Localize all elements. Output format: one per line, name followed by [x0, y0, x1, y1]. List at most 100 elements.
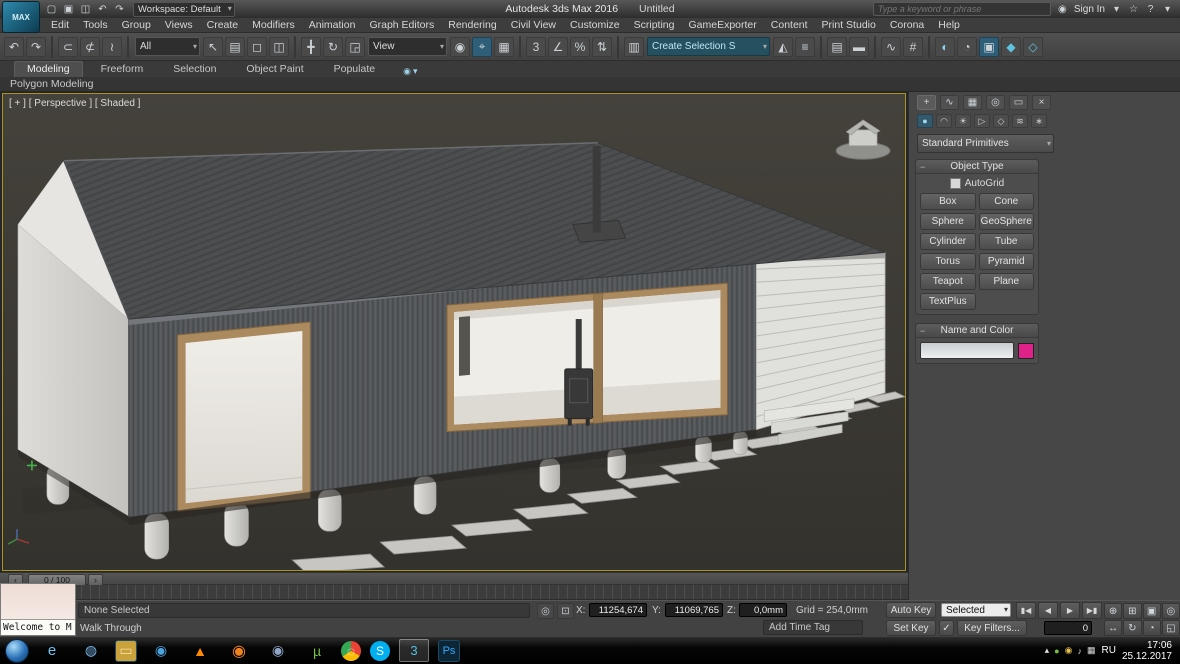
pan-icon[interactable]: ↔ — [1104, 620, 1122, 636]
key-mode-dropdown[interactable]: Selected — [941, 603, 1011, 617]
infocenter-menu-icon[interactable]: ▾ — [1161, 3, 1174, 16]
bind-to-space-warp-icon[interactable]: ≀ — [102, 37, 122, 57]
ribbon-toggle-icon[interactable]: ▬ — [849, 37, 869, 57]
open-file-icon[interactable]: ▣ — [61, 2, 76, 16]
select-and-move-icon[interactable]: ╋ — [301, 37, 321, 57]
render-iterative-icon[interactable]: ◇ — [1023, 37, 1043, 57]
undo-icon[interactable]: ↶ — [4, 37, 24, 57]
antivirus-tray-icon[interactable]: ● — [1054, 645, 1059, 656]
tube-button[interactable]: Tube — [979, 233, 1035, 250]
chrome-icon[interactable]: ◌ — [341, 641, 361, 661]
pyramid-button[interactable]: Pyramid — [979, 253, 1035, 270]
use-pivot-center-icon[interactable]: ◉ — [450, 37, 470, 57]
tab-freeform[interactable]: Freeform — [89, 62, 156, 77]
create-tab-icon[interactable]: + — [917, 95, 936, 110]
tab-populate[interactable]: Populate — [322, 62, 387, 77]
signin-dropdown-icon[interactable]: ▾ — [1110, 3, 1123, 16]
volume-tray-icon[interactable]: ♪ — [1077, 645, 1082, 656]
menu-item[interactable]: Print Studio — [815, 18, 883, 33]
menu-item[interactable]: Tools — [76, 18, 115, 33]
shapes-icon[interactable]: ◠ — [936, 114, 952, 128]
torus-button[interactable]: Torus — [920, 253, 976, 270]
display-tab-icon[interactable]: ▭ — [1009, 95, 1028, 110]
edit-named-selections-icon[interactable]: ▥ — [624, 37, 644, 57]
selection-region-icon[interactable]: ◻ — [247, 37, 267, 57]
time-slider[interactable]: ‹ 0 / 100 › — [0, 572, 908, 585]
keyboard-override-icon[interactable]: ▦ — [494, 37, 514, 57]
maximize-viewport-icon[interactable]: ◱ — [1162, 620, 1180, 636]
menu-item[interactable]: Create — [200, 18, 246, 33]
geosphere-button[interactable]: GeoSphere — [979, 213, 1035, 230]
track-bar[interactable] — [0, 585, 908, 600]
object-color-swatch[interactable] — [1018, 343, 1034, 359]
steam-icon[interactable]: ◉ — [263, 639, 293, 662]
network-tray-icon[interactable]: ▦ — [1087, 645, 1096, 656]
render-setup-icon[interactable]: ◔ — [957, 37, 977, 57]
fov-icon[interactable]: ◔ — [1143, 620, 1161, 636]
menu-item[interactable]: Group — [115, 18, 158, 33]
lights-icon[interactable]: ☀ — [955, 114, 971, 128]
select-object-icon[interactable]: ↖ — [203, 37, 223, 57]
utorrent-icon[interactable]: µ — [302, 639, 332, 662]
cylinder-button[interactable]: Cylinder — [920, 233, 976, 250]
viewport-3d-scene[interactable] — [3, 94, 905, 570]
prev-frame-icon[interactable]: ◀ — [1038, 602, 1058, 619]
menu-item[interactable]: Views — [158, 18, 200, 33]
new-scene-icon[interactable]: ▢ — [44, 2, 59, 16]
select-and-manipulate-icon[interactable]: ⌖ — [472, 37, 492, 57]
application-menu-button[interactable]: MAX — [2, 1, 40, 33]
update-tray-icon[interactable]: ◉ — [1065, 645, 1073, 656]
ribbon-config[interactable]: ◉ ▾ — [403, 66, 417, 77]
y-coordinate-field[interactable]: 11069,765 — [665, 603, 723, 617]
max-icon[interactable]: 3 — [399, 639, 429, 662]
isolate-selection-icon[interactable]: ◎ — [537, 603, 554, 619]
hierarchy-tab-icon[interactable]: ▦ — [963, 95, 982, 110]
utilities-tab-icon[interactable]: × — [1032, 95, 1051, 110]
zoom-icon[interactable]: ⊕ — [1104, 603, 1122, 619]
window-crossing-icon[interactable]: ◫ — [269, 37, 289, 57]
firefox-icon[interactable]: ◉ — [224, 639, 254, 662]
photoshop-icon[interactable]: Ps — [438, 640, 460, 662]
redo-quick-icon[interactable]: ↷ — [112, 2, 127, 16]
textplus-button[interactable]: TextPlus — [920, 293, 976, 310]
select-and-link-icon[interactable]: ⊂ — [58, 37, 78, 57]
media-player-icon[interactable]: ◉ — [146, 639, 176, 662]
plane-button[interactable]: Plane — [979, 273, 1035, 290]
media-app-icon[interactable]: ◍ — [76, 639, 106, 662]
favorites-star-icon[interactable]: ☆ — [1127, 3, 1140, 16]
chevron-down-icon[interactable]: ▾ — [413, 66, 418, 77]
ribbon-config-icon[interactable]: ◉ — [403, 66, 411, 77]
menu-item[interactable]: Civil View — [504, 18, 563, 33]
orbit-icon[interactable]: ↻ — [1123, 620, 1141, 636]
selection-lock-icon[interactable]: ⊡ — [557, 603, 574, 619]
schematic-view-icon[interactable]: # — [903, 37, 923, 57]
play-icon[interactable]: ▶ — [1060, 602, 1080, 619]
reference-coordinate-dropdown[interactable]: View — [368, 37, 447, 56]
user-icon[interactable]: ◉ — [1056, 3, 1069, 16]
language-indicator[interactable]: RU — [1101, 645, 1115, 656]
angle-snap-icon[interactable]: ∠ — [548, 37, 568, 57]
spinner-snap-icon[interactable]: ⇅ — [592, 37, 612, 57]
sphere-button[interactable]: Sphere — [920, 213, 976, 230]
rendered-frame-icon[interactable]: ▣ — [979, 37, 999, 57]
help-icon[interactable]: ? — [1144, 3, 1157, 16]
taskbar-clock[interactable]: 17:06 25.12.2017 — [1122, 640, 1172, 662]
cameras-icon[interactable]: ▷ — [974, 114, 990, 128]
object-type-rollout-header[interactable]: Object Type — [916, 160, 1038, 174]
menu-item[interactable]: Customize — [563, 18, 627, 33]
menu-item[interactable]: Graph Editors — [362, 18, 441, 33]
z-coordinate-field[interactable]: 0,0mm — [739, 603, 787, 617]
add-time-tag[interactable]: Add Time Tag — [763, 620, 863, 635]
zoom-all-icon[interactable]: ⊞ — [1123, 603, 1141, 619]
current-frame-field[interactable]: 0 — [1044, 621, 1092, 635]
select-and-scale-icon[interactable]: ◲ — [345, 37, 365, 57]
menu-item[interactable]: Corona — [883, 18, 931, 33]
zoom-extents-icon[interactable]: ▣ — [1143, 603, 1161, 619]
menu-item[interactable]: Help — [931, 18, 967, 33]
align-icon[interactable]: ≡ — [795, 37, 815, 57]
auto-key-button[interactable]: Auto Key — [886, 602, 936, 618]
undo-quick-icon[interactable]: ↶ — [95, 2, 110, 16]
space-warps-icon[interactable]: ≋ — [1012, 114, 1028, 128]
object-name-field[interactable] — [920, 342, 1014, 359]
menu-item[interactable]: Animation — [302, 18, 363, 33]
